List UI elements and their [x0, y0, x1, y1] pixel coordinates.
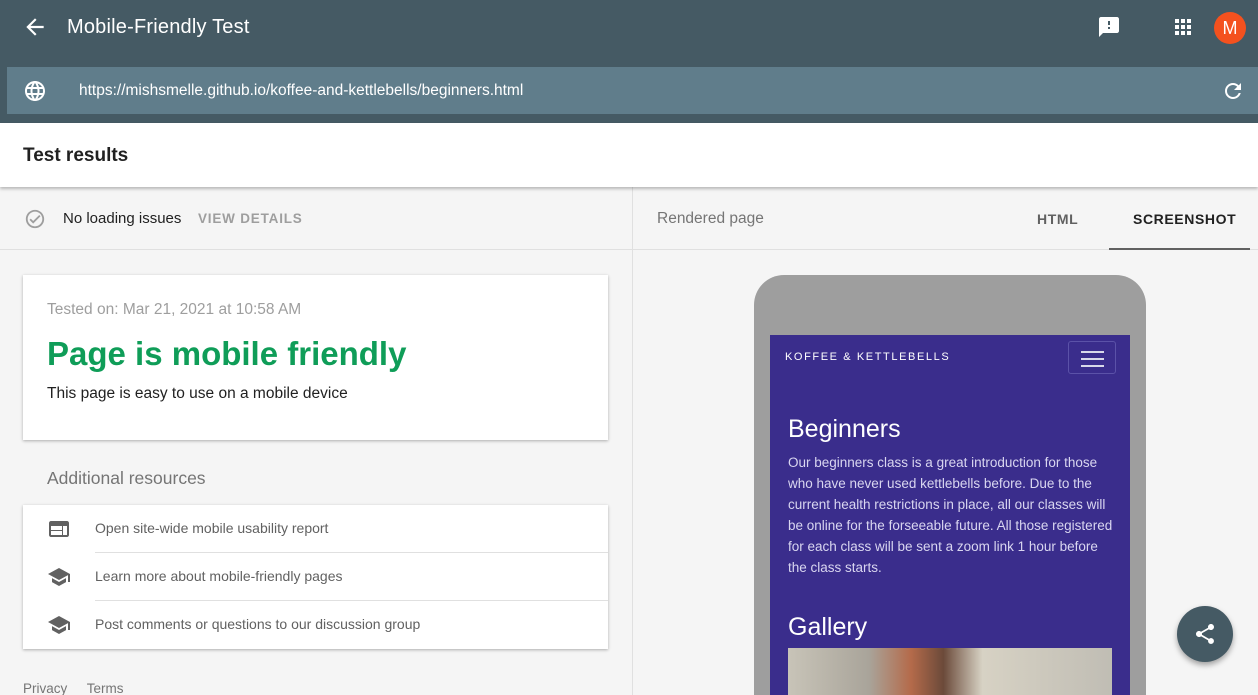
results-panel: No loading issues VIEW DETAILS Tested on… — [0, 187, 632, 695]
site-heading: Beginners — [788, 415, 901, 443]
back-arrow-icon[interactable] — [22, 14, 48, 40]
check-circle-icon — [25, 209, 45, 229]
resource-label: Learn more about mobile-friendly pages — [95, 568, 343, 584]
tab-html[interactable]: HTML — [1037, 211, 1078, 227]
active-tab-indicator — [1109, 248, 1250, 250]
rendered-page-label: Rendered page — [657, 210, 764, 227]
rendered-tabs-row: Rendered page HTML SCREENSHOT — [633, 187, 1258, 250]
url-bar — [7, 67, 1258, 114]
resource-label: Open site-wide mobile usability report — [95, 520, 329, 536]
site-brand: KOFFEE & KETTLEBELLS — [785, 351, 951, 363]
loading-status-text: No loading issues — [63, 210, 182, 227]
resources-list: Open site-wide mobile usability report L… — [23, 505, 608, 649]
url-input[interactable] — [79, 67, 1159, 114]
tested-on-text: Tested on: Mar 21, 2021 at 10:58 AM — [47, 301, 302, 318]
phone-frame: KOFFEE & KETTLEBELLS Beginners Our begin… — [754, 275, 1146, 695]
rendered-page-panel: Rendered page HTML SCREENSHOT KOFFEE & K… — [633, 187, 1258, 695]
gallery-heading: Gallery — [788, 613, 868, 641]
hamburger-menu-icon — [1068, 341, 1116, 374]
rendered-screenshot: KOFFEE & KETTLEBELLS Beginners Our begin… — [770, 335, 1130, 695]
resource-learn-more[interactable]: Learn more about mobile-friendly pages — [23, 553, 608, 601]
share-icon — [1196, 624, 1214, 644]
additional-resources-heading: Additional resources — [47, 468, 206, 488]
tab-screenshot[interactable]: SCREENSHOT — [1133, 211, 1236, 227]
app-bar: Mobile-Friendly Test M — [0, 0, 1258, 123]
apps-grid-icon[interactable] — [1171, 15, 1195, 39]
resource-usability-report[interactable]: Open site-wide mobile usability report — [23, 505, 608, 553]
globe-icon — [25, 81, 45, 101]
loading-status-row: No loading issues VIEW DETAILS — [0, 187, 632, 250]
app-title: Mobile-Friendly Test — [67, 16, 250, 38]
verdict-description: This page is easy to use on a mobile dev… — [47, 385, 348, 402]
web-icon — [49, 521, 69, 537]
school-icon — [48, 616, 70, 634]
verdict-card: Tested on: Mar 21, 2021 at 10:58 AM Page… — [23, 275, 608, 440]
feedback-icon[interactable] — [1097, 15, 1121, 39]
resource-discussion-group[interactable]: Post comments or questions to our discus… — [23, 601, 608, 649]
site-paragraph: Our beginners class is a great introduct… — [788, 455, 1113, 575]
terms-link[interactable]: Terms — [87, 681, 124, 695]
verdict-heading: Page is mobile friendly — [47, 335, 407, 372]
footer-links: Privacy Terms — [23, 681, 140, 695]
resource-label: Post comments or questions to our discus… — [95, 616, 421, 632]
results-header: Test results — [0, 123, 1258, 187]
results-heading: Test results — [23, 145, 129, 166]
refresh-icon[interactable] — [1221, 79, 1245, 103]
privacy-link[interactable]: Privacy — [23, 681, 67, 695]
avatar[interactable]: M — [1214, 12, 1246, 44]
view-details-button[interactable]: VIEW DETAILS — [198, 211, 303, 226]
school-icon — [48, 568, 70, 586]
share-button[interactable] — [1177, 606, 1233, 662]
gallery-image — [788, 648, 1112, 695]
